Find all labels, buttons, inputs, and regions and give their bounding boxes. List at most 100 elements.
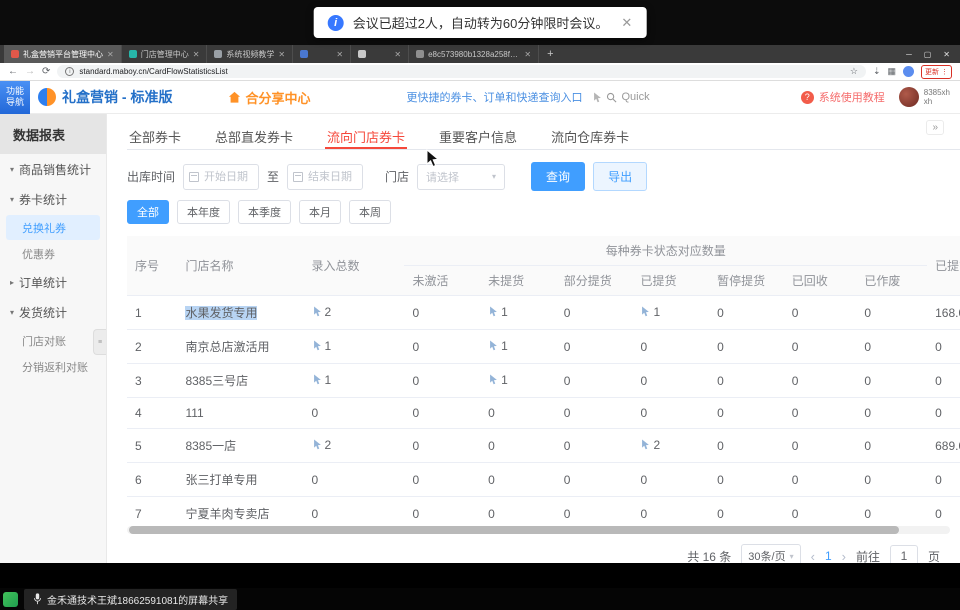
hand-pointer-icon — [640, 439, 650, 450]
extensions-icon[interactable]: ▦ — [887, 66, 896, 77]
tab-close-icon[interactable]: ✕ — [193, 50, 200, 59]
quick-filter-button[interactable]: 本月 — [299, 200, 341, 224]
close-button[interactable]: ✕ — [943, 50, 950, 59]
count-link[interactable]: 2 — [312, 305, 332, 319]
new-tab-button[interactable]: + — [539, 45, 561, 63]
cell-count: 0 — [304, 497, 405, 524]
cell-count[interactable]: 2 — [304, 429, 405, 463]
cell-count: 0 — [556, 429, 633, 463]
export-button[interactable]: 导出 — [593, 162, 647, 191]
back-button[interactable]: ← — [8, 67, 18, 77]
nav-line2: 导航 — [6, 97, 24, 108]
browser-tab[interactable]: ✕ — [293, 45, 351, 63]
sidebar-group-item[interactable]: ▾券卡统计 — [0, 184, 106, 214]
sidebar-group-item[interactable]: ▾商品销售统计 — [0, 154, 106, 184]
share-status-text: 金禾通技术王斌18662591081的屏幕共享 — [47, 592, 228, 607]
tab-close-icon[interactable]: ✕ — [107, 50, 114, 59]
toast-close-icon[interactable]: ✕ — [621, 15, 632, 31]
screen: i 会议已超过2人，自动转为60分钟限时会议。 ✕ 礼盒营销平台管理中心✕门店管… — [0, 0, 960, 610]
tab-favicon — [358, 50, 366, 58]
hand-pointer-icon — [488, 340, 498, 351]
hand-pointer-icon — [312, 340, 322, 351]
site-info-icon[interactable]: i — [65, 67, 74, 76]
scrollbar-thumb[interactable] — [129, 526, 899, 534]
content-tab[interactable]: 重要客户信息 — [437, 122, 519, 149]
sidebar-subitem[interactable]: 优惠券 — [6, 241, 100, 266]
page-size-select[interactable]: 30条/页 ▾ — [741, 544, 800, 563]
count-link[interactable]: 1 — [488, 339, 508, 353]
sidebar-subitem[interactable]: 兑换礼券 — [6, 215, 100, 240]
tab-close-icon[interactable]: ✕ — [336, 50, 343, 59]
content-tab[interactable]: 流向仓库券卡 — [549, 122, 631, 149]
bookmark-star-icon[interactable]: ☆ — [850, 66, 858, 77]
cell-count[interactable]: 1 — [480, 296, 556, 330]
browser-tab[interactable]: ✕ — [351, 45, 409, 63]
calendar-icon — [189, 172, 199, 182]
browser-tab[interactable]: 系统视频教学✕ — [207, 45, 293, 63]
content-tab[interactable]: 全部券卡 — [127, 122, 183, 149]
tab-favicon — [11, 50, 19, 58]
function-nav-button[interactable]: 功能 导航 — [0, 81, 30, 114]
search-button[interactable]: 查询 — [531, 162, 585, 191]
cell-count[interactable]: 1 — [480, 330, 556, 364]
user-profile[interactable]: 8385xh xh — [899, 87, 950, 107]
sidebar-subitem[interactable]: 门店对账 — [6, 328, 100, 353]
tab-close-icon[interactable]: ✕ — [394, 50, 401, 59]
share-center-link[interactable]: 合分享中心 — [228, 88, 310, 107]
download-icon[interactable]: ⇣ — [873, 66, 881, 77]
cell-count[interactable]: 1 — [632, 296, 709, 330]
content-tab[interactable]: 总部直发券卡 — [213, 122, 295, 149]
tutorial-link[interactable]: ? 系统使用教程 — [801, 89, 885, 105]
current-page[interactable]: 1 — [825, 549, 832, 563]
cell-count: 0 — [404, 330, 480, 364]
count-link[interactable]: 1 — [488, 373, 508, 387]
count-link[interactable]: 1 — [488, 305, 508, 319]
quick-filter-button[interactable]: 本周 — [349, 200, 391, 224]
cell-count[interactable]: 2 — [304, 296, 405, 330]
horizontal-scrollbar[interactable] — [127, 526, 950, 534]
cell-count[interactable]: 1 — [304, 364, 405, 398]
browser-tab[interactable]: e8c573980b1328a258fd2e6f✕ — [409, 45, 539, 63]
prev-page-button[interactable]: ‹ — [811, 549, 815, 564]
url-text: standard.maboy.cn/CardFlowStatisticsList — [79, 67, 227, 76]
count-link[interactable]: 2 — [640, 438, 660, 452]
store-select[interactable]: 请选择 ▾ — [417, 164, 505, 190]
count-link[interactable]: 1 — [312, 339, 332, 353]
browser-tab[interactable]: 礼盒营销平台管理中心✕ — [4, 45, 122, 63]
browser-tabstrip: 礼盒营销平台管理中心✕门店管理中心✕系统视频教学✕✕✕e8c573980b132… — [0, 45, 960, 63]
collapse-columns-button[interactable]: » — [926, 120, 944, 135]
next-page-button[interactable]: › — [842, 549, 846, 564]
quick-filter-button[interactable]: 本年度 — [177, 200, 230, 224]
content-tab[interactable]: 流向门店券卡 — [325, 122, 407, 149]
quick-filter-button[interactable]: 本季度 — [238, 200, 291, 224]
sidebar-subitem[interactable]: 分销返利对账 — [6, 354, 100, 379]
quick-search[interactable]: Quick — [592, 91, 649, 103]
minimize-button[interactable]: ─ — [906, 50, 912, 59]
tab-close-icon[interactable]: ✕ — [278, 50, 285, 59]
calendar-icon — [293, 172, 303, 182]
cell-index: 1 — [127, 296, 177, 330]
sidebar-group-item[interactable]: ▾发货统计 — [0, 297, 106, 327]
maximize-button[interactable]: ▢ — [924, 50, 932, 59]
url-bar[interactable]: i standard.maboy.cn/CardFlowStatisticsLi… — [57, 65, 866, 78]
tab-close-icon[interactable]: ✕ — [524, 50, 531, 59]
browser-profile-avatar[interactable] — [903, 66, 914, 77]
refresh-button[interactable]: ⟳ — [42, 67, 50, 77]
count-link[interactable]: 2 — [312, 438, 332, 452]
forward-button[interactable]: → — [25, 67, 35, 77]
cell-count: 0 — [632, 398, 709, 429]
browser-update-button[interactable]: 更新 ⋮ — [921, 65, 952, 79]
cell-count[interactable]: 2 — [632, 429, 709, 463]
count-link[interactable]: 1 — [640, 305, 660, 319]
sidebar-resize-handle[interactable]: ≡ — [93, 329, 106, 355]
browser-tab[interactable]: 门店管理中心✕ — [122, 45, 208, 63]
quick-filter-button[interactable]: 全部 — [127, 200, 169, 224]
count-link[interactable]: 1 — [312, 373, 332, 387]
cell-count[interactable]: 1 — [480, 364, 556, 398]
cell-store-name: 宁夏羊肉专卖店 — [177, 497, 303, 524]
browser-tabs: 礼盒营销平台管理中心✕门店管理中心✕系统视频教学✕✕✕e8c573980b132… — [4, 45, 539, 63]
taskbar-app-icon[interactable] — [3, 592, 18, 607]
cell-count[interactable]: 1 — [304, 330, 405, 364]
sidebar-group-item[interactable]: ▸订单统计 — [0, 267, 106, 297]
goto-page-input[interactable] — [890, 545, 918, 563]
